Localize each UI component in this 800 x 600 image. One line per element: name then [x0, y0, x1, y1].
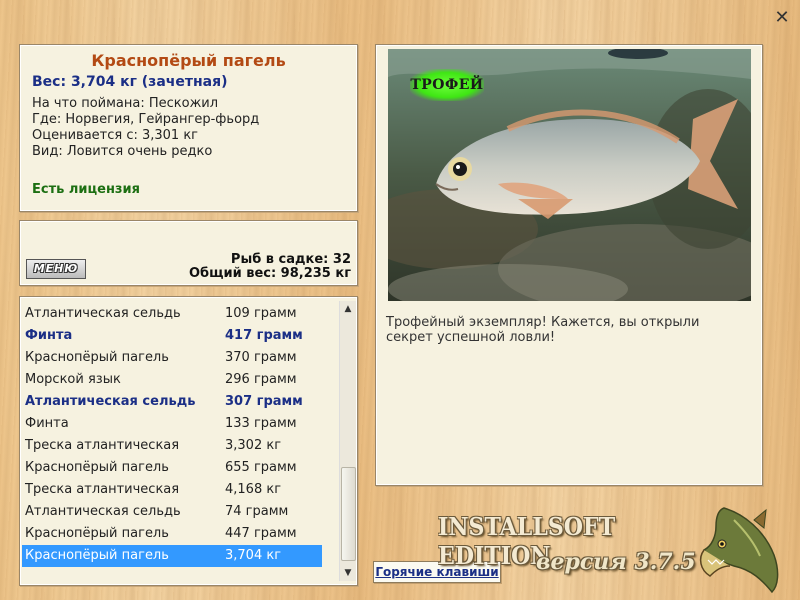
- trophy-caption: Трофейный экземпляр! Кажется, вы открыли…: [386, 315, 700, 345]
- valuation-info: Оценивается с: 3,301 кг: [32, 128, 199, 143]
- pike-fish-icon: [699, 507, 779, 594]
- catch-fish-name: Морской язык: [25, 372, 121, 387]
- catch-list: Атлантическая сельдь 109 грамм Финта 417 гр…: [22, 303, 322, 567]
- catch-fish-weight: 296 грамм: [225, 372, 297, 387]
- keepnet-stats-panel: МЕНЮ Рыб в садке: 32 Общий вес: 98,235 к…: [19, 220, 358, 286]
- version-label: версия 3.7.5: [536, 549, 696, 575]
- catch-list-row[interactable]: Финта 133 грамм: [22, 413, 322, 435]
- catch-fish-weight: 3,704 кг: [225, 548, 282, 563]
- fish-name: Краснопёрый пагель: [91, 51, 286, 70]
- catch-fish-name: Финта: [25, 416, 69, 431]
- catch-list-row[interactable]: Треска атлантическая 4,168 кг: [22, 479, 322, 501]
- catch-fish-weight: 417 грамм: [225, 328, 303, 343]
- fish-weight: Вес: 3,704 кг (зачетная): [32, 74, 228, 90]
- scroll-thumb[interactable]: [341, 467, 356, 561]
- license-status: Есть лицензия: [32, 182, 140, 197]
- fish-photo-panel: ТРОФЕЙ Трофейный экземпляр! Кажется, вы …: [375, 44, 763, 486]
- catch-fish-weight: 74 грамм: [225, 504, 289, 519]
- catch-fish-name: Атлантическая сельдь: [25, 394, 196, 409]
- fish-count: Рыб в садке: 32: [230, 252, 351, 267]
- catch-fish-weight: 447 грамм: [225, 526, 297, 541]
- catch-list-row[interactable]: Треска атлантическая 3,302 кг: [22, 435, 322, 457]
- location-info: Где: Норвегия, Гейрангер-фьорд: [32, 112, 260, 127]
- catch-list-row[interactable]: Финта 417 грамм: [22, 325, 322, 347]
- catch-fish-name: Атлантическая сельдь: [25, 504, 181, 519]
- trophy-badge: ТРОФЕЙ: [410, 69, 484, 101]
- catch-list-panel: Атлантическая сельдь 109 грамм Финта 417 гр…: [19, 296, 358, 586]
- catch-fish-name: Краснопёрый пагель: [25, 526, 169, 541]
- catch-fish-weight: 655 грамм: [225, 460, 297, 475]
- catch-fish-name: Краснопёрый пагель: [25, 460, 169, 475]
- catch-list-row[interactable]: Атлантическая сельдь 307 грамм: [22, 391, 322, 413]
- catch-fish-name: Атлантическая сельдь: [25, 306, 181, 321]
- catch-fish-name: Краснопёрый пагель: [25, 350, 169, 365]
- rarity-info: Вид: Ловится очень редко: [32, 144, 213, 159]
- scroll-up-arrow-icon[interactable]: ▲: [340, 301, 356, 317]
- catch-list-row[interactable]: Атлантическая сельдь 74 грамм: [22, 501, 322, 523]
- close-icon: ✕: [774, 7, 790, 28]
- catch-list-row[interactable]: Морской язык 296 грамм: [22, 369, 322, 391]
- catch-fish-name: Треска атлантическая: [25, 482, 180, 497]
- catch-fish-weight: 109 грамм: [225, 306, 297, 321]
- list-scrollbar[interactable]: ▲ ▼: [339, 301, 356, 581]
- menu-button[interactable]: МЕНЮ: [26, 259, 86, 279]
- catch-list-row[interactable]: Краснопёрый пагель 655 грамм: [22, 457, 322, 479]
- catch-fish-weight: 307 грамм: [225, 394, 303, 409]
- catch-list-row[interactable]: Краснопёрый пагель 3,704 кг: [22, 545, 322, 567]
- catch-fish-name: Краснопёрый пагель: [25, 548, 169, 563]
- catch-fish-weight: 370 грамм: [225, 350, 297, 365]
- catch-list-row[interactable]: Краснопёрый пагель 447 грамм: [22, 523, 322, 545]
- catch-list-row[interactable]: Атлантическая сельдь 109 грамм: [22, 303, 322, 325]
- catch-list-row[interactable]: Краснопёрый пагель 370 грамм: [22, 347, 322, 369]
- close-button[interactable]: ✕: [772, 8, 792, 28]
- catch-fish-weight: 3,302 кг: [225, 438, 282, 453]
- catch-fish-weight: 133 грамм: [225, 416, 297, 431]
- catch-fish-weight: 4,168 кг: [225, 482, 282, 497]
- bait-info: На что поймана: Пескожил: [32, 96, 219, 111]
- scroll-down-arrow-icon[interactable]: ▼: [340, 565, 356, 581]
- catch-fish-name: Финта: [25, 328, 73, 343]
- fish-info-panel: Краснопёрый пагель Вес: 3,704 кг (зачетн…: [19, 44, 358, 212]
- catch-fish-name: Треска атлантическая: [25, 438, 180, 453]
- total-weight: Общий вес: 98,235 кг: [188, 266, 351, 281]
- fish-photo: ТРОФЕЙ: [388, 49, 751, 301]
